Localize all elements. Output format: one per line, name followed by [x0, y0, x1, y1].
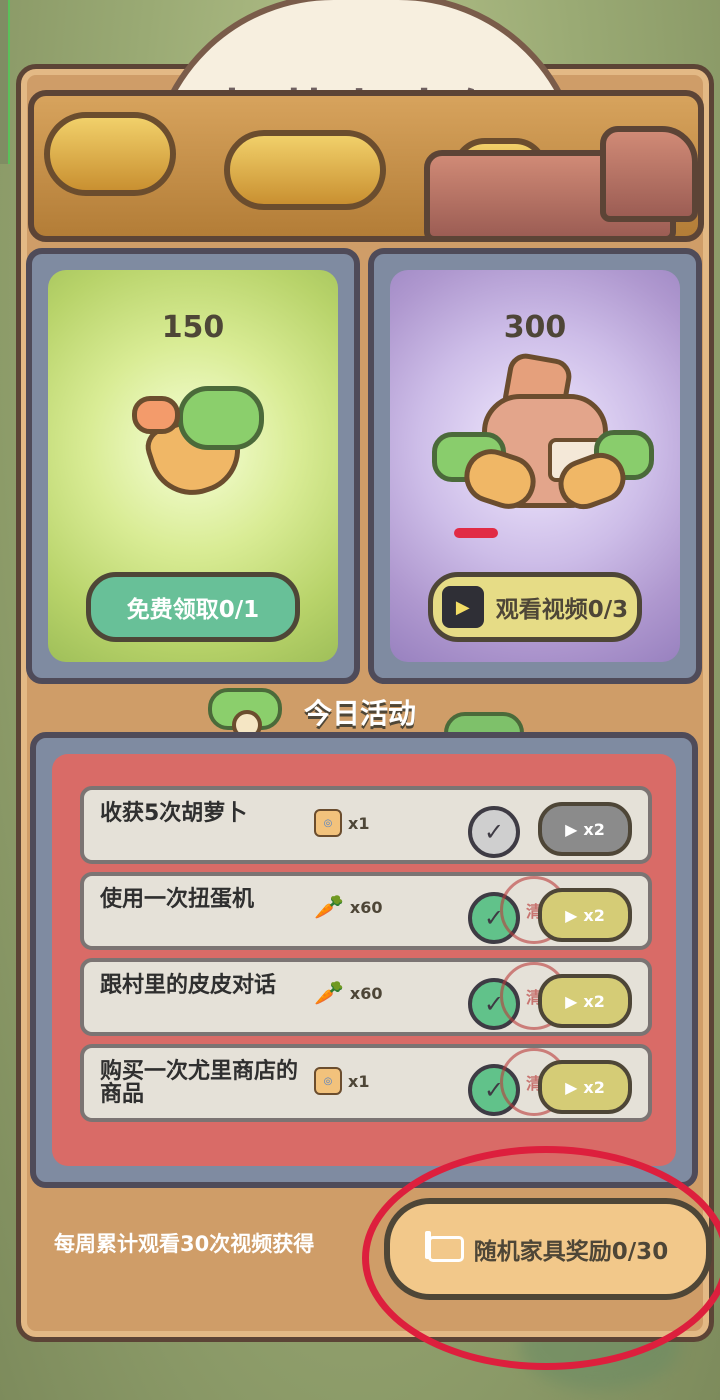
clapperboard-icon: ▶ [565, 991, 578, 1011]
carrot-icon: 🥕 [314, 979, 344, 1007]
task-row: 使用一次扭蛋机 🥕 x60 ✓ 清 ▶ x2 [80, 872, 652, 950]
task-text: 使用一次扭蛋机 [100, 887, 255, 912]
double-reward-label: x2 [583, 905, 605, 925]
activity-title: 今日活动 [303, 697, 416, 730]
free-carrot-value: 150 [161, 310, 225, 345]
video-carrot-panel: 300 ▶ 观看视频0/3 [390, 270, 680, 662]
task-row: 跟村里的皮皮对话 🥕 x60 ✓ 清 ▶ x2 [80, 958, 652, 1036]
task-check[interactable]: ✓ [468, 806, 520, 858]
double-reward-button[interactable]: ▶ x2 [538, 888, 632, 942]
task-reward-value: x1 [348, 1071, 370, 1091]
video-carrot-card: 300 ▶ 观看视频0/3 [368, 248, 702, 684]
task-reward-value: x1 [348, 813, 370, 833]
video-carrot-value: 300 [503, 310, 567, 345]
clapperboard-icon: ▶ [441, 586, 484, 628]
activity-frame: 收获5次胡萝卜 ◎ x1 ✓ ▶ x2 使用一次扭蛋机 🥕 x60 ✓ 清 ▶ … [30, 732, 698, 1188]
double-reward-label: x2 [583, 991, 605, 1011]
carrot-sack-icon [424, 350, 654, 520]
red-indicator [454, 528, 498, 538]
task-row: 购买一次尤里商店的商品 ◎ x1 ✓ 清 ▶ x2 [80, 1044, 652, 1122]
watch-video-button[interactable]: ▶ 观看视频0/3 [428, 572, 642, 642]
double-reward-button[interactable]: ▶ x2 [538, 974, 632, 1028]
task-reward: 🥕 x60 [314, 981, 382, 1005]
clapperboard-icon: ▶ [565, 1077, 578, 1097]
task-reward: 🥕 x60 [314, 895, 382, 919]
free-carrot-panel: 150 免费领取0/1 [48, 270, 338, 662]
task-reward: ◎ x1 [314, 809, 369, 837]
cloud-icon [224, 130, 386, 210]
double-reward-label: x2 [583, 1077, 605, 1097]
double-reward-button[interactable]: ▶ x2 [538, 802, 632, 856]
header-decoration [28, 90, 704, 242]
free-claim-button[interactable]: 免费领取0/1 [86, 572, 300, 642]
red-annotation-circle [362, 1146, 720, 1370]
task-text: 购买一次尤里商店的商品 [100, 1059, 299, 1108]
free-claim-label: 免费领取0/1 [126, 597, 260, 623]
weekly-requirement: 每周累计观看30次视频获得 [54, 1232, 315, 1256]
cloud-icon [44, 112, 176, 196]
task-text: 跟村里的皮皮对话 [100, 973, 277, 998]
task-text: 收获5次胡萝卜 [100, 801, 248, 826]
free-carrot-card: 150 免费领取0/1 [26, 248, 360, 684]
ticket-icon: ◎ [314, 809, 342, 837]
left-edge-strip [0, 0, 10, 164]
task-row: 收获5次胡萝卜 ◎ x1 ✓ ▶ x2 [80, 786, 652, 864]
watch-video-label: 观看视频0/3 [495, 597, 629, 623]
carrot-bundle-icon [132, 380, 264, 507]
carrot-icon: 🥕 [314, 893, 344, 921]
double-reward-button[interactable]: ▶ x2 [538, 1060, 632, 1114]
task-reward-value: x60 [349, 897, 383, 917]
ticket-icon: ◎ [314, 1067, 342, 1095]
task-reward: ◎ x1 [314, 1067, 369, 1095]
task-reward-value: x60 [349, 983, 383, 1003]
double-reward-label: x2 [583, 819, 605, 839]
rock-icon [600, 126, 698, 222]
clapperboard-icon: ▶ [565, 905, 578, 925]
clapperboard-icon: ▶ [565, 819, 578, 839]
activity-list: 收获5次胡萝卜 ◎ x1 ✓ ▶ x2 使用一次扭蛋机 🥕 x60 ✓ 清 ▶ … [52, 754, 676, 1166]
